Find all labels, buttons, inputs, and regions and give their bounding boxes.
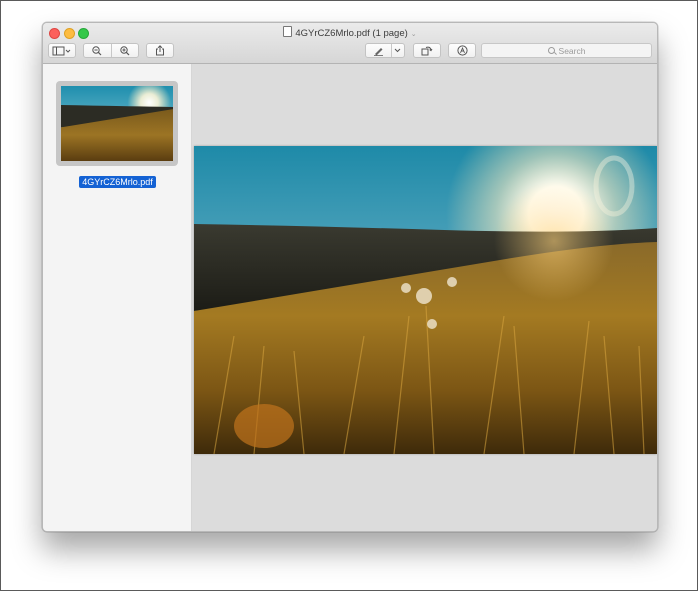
sidebar-toggle-button[interactable]: [48, 43, 76, 58]
zoom-out-button[interactable]: [84, 44, 111, 57]
chevron-down-icon: ⌄: [410, 31, 417, 38]
thumbnail-image: [61, 86, 173, 161]
annotate-button[interactable]: [448, 43, 476, 58]
landscape-photo: [194, 146, 657, 454]
document-icon: [283, 26, 293, 37]
titlebar: 4GYrCZ6Mrlo.pdf (1 page) ⌄ Search: [43, 23, 657, 64]
zoom-in-icon: [120, 45, 130, 55]
thumbnail-sidebar: 4GYrCZ6Mrlo.pdf: [43, 64, 192, 531]
search-field[interactable]: Search: [481, 43, 652, 58]
markup-menu-button[interactable]: [392, 44, 404, 57]
rotate-button[interactable]: [413, 43, 441, 58]
landscape-thumbnail-image: [61, 86, 173, 161]
pen-icon: [373, 47, 383, 56]
document-page: [194, 146, 657, 454]
zoom-out-icon: [92, 45, 102, 55]
zoom-group: [83, 43, 139, 58]
search-placeholder: Search: [558, 45, 586, 56]
search-icon: [547, 47, 555, 54]
page-thumbnail[interactable]: [56, 81, 178, 166]
rotate-icon: [421, 46, 433, 56]
thumbnail-filename: 4GYrCZ6Mrlo.pdf: [79, 176, 156, 188]
chevron-down-icon: [394, 48, 401, 53]
share-icon: [156, 45, 164, 56]
markup-button[interactable]: [366, 44, 391, 57]
preview-window: 4GYrCZ6Mrlo.pdf (1 page) ⌄ Search 4GYrCZ…: [42, 22, 658, 532]
thumbnail-label[interactable]: 4GYrCZ6Mrlo.pdf: [43, 172, 192, 190]
window-title-area[interactable]: 4GYrCZ6Mrlo.pdf (1 page) ⌄: [43, 26, 657, 42]
sidebar-icon: [52, 46, 71, 55]
annotate-icon: [456, 45, 468, 56]
zoom-in-button[interactable]: [112, 44, 139, 57]
markup-group: [365, 43, 405, 58]
share-button[interactable]: [146, 43, 174, 58]
document-view[interactable]: [192, 64, 657, 531]
window-title: 4GYrCZ6Mrlo.pdf (1 page): [295, 28, 408, 39]
